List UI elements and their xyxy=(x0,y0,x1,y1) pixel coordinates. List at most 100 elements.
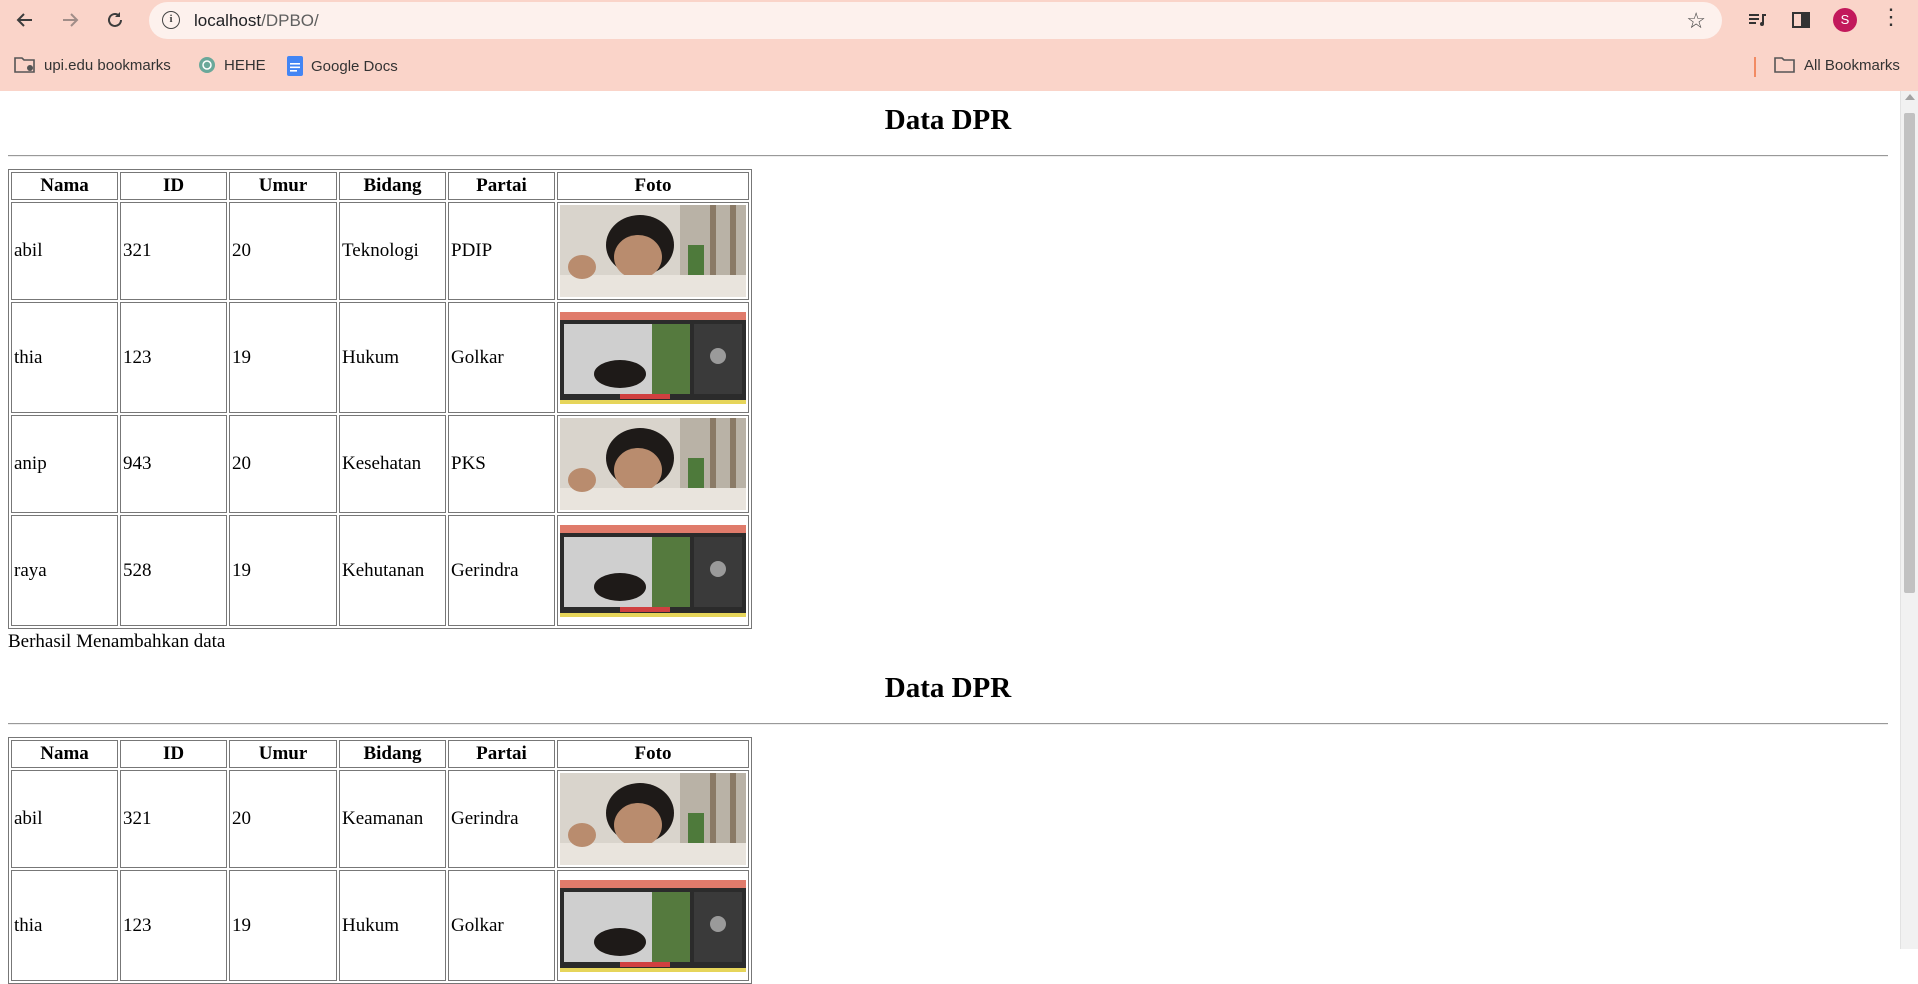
cell-bidang: Hukum xyxy=(339,302,446,413)
table-row: anip 943 20 Kesehatan PKS xyxy=(11,415,749,513)
cell-foto xyxy=(557,415,749,513)
cell-nama: anip xyxy=(11,415,118,513)
portrait-photo xyxy=(560,418,746,510)
media-control-icon[interactable] xyxy=(1746,8,1770,32)
table-row: abil 321 20 Teknologi PDIP xyxy=(11,202,749,300)
screenshot-photo xyxy=(560,879,746,972)
cell-foto xyxy=(557,770,749,868)
cell-foto xyxy=(557,302,749,413)
reload-button[interactable] xyxy=(101,6,129,34)
cell-bidang: Kehutanan xyxy=(339,515,446,626)
cell-partai: Gerindra xyxy=(448,515,555,626)
address-bar[interactable]: i localhost/DPBO/ ☆ xyxy=(149,2,1722,39)
page-viewport: Data DPR Nama ID Umur Bidang Partai Foto… xyxy=(0,91,1918,984)
browser-chrome: i localhost/DPBO/ ☆ S ⋮ upi.edu bookmark… xyxy=(0,0,1918,91)
forward-button[interactable] xyxy=(56,6,84,34)
portrait-photo xyxy=(560,773,746,865)
cell-foto xyxy=(557,202,749,300)
cell-nama: abil xyxy=(11,770,118,868)
dpr-table: Nama ID Umur Bidang Partai Foto abil 321… xyxy=(8,169,752,629)
cell-partai: Golkar xyxy=(448,302,555,413)
browser-menu-icon[interactable]: ⋮ xyxy=(1880,6,1902,28)
header-foto: Foto xyxy=(557,740,749,768)
bookmark-label: HEHE xyxy=(224,56,266,74)
section-title: Data DPR xyxy=(884,104,1012,136)
header-id: ID xyxy=(120,172,227,200)
header-umur: Umur xyxy=(229,740,337,768)
forward-arrow-icon xyxy=(63,13,79,27)
table-header-row: Nama ID Umur Bidang Partai Foto xyxy=(11,740,749,768)
bookmark-label: upi.edu bookmarks xyxy=(44,56,171,74)
bookmark-hehe[interactable]: HEHE xyxy=(198,56,266,74)
cell-partai: PKS xyxy=(448,415,555,513)
profile-avatar[interactable]: S xyxy=(1833,8,1857,32)
table-row: thia 123 19 Hukum Golkar xyxy=(11,870,749,981)
table-row: thia 123 19 Hukum Golkar xyxy=(11,302,749,413)
google-docs-icon xyxy=(287,56,303,76)
browser-toolbar: i localhost/DPBO/ ☆ S ⋮ xyxy=(0,0,1918,41)
cell-umur: 20 xyxy=(229,770,337,868)
divider xyxy=(8,155,1888,157)
table-header-row: Nama ID Umur Bidang Partai Foto xyxy=(11,172,749,200)
header-partai: Partai xyxy=(448,740,555,768)
bookmarks-bar: upi.edu bookmarks HEHE Google Docs All B… xyxy=(0,50,1918,82)
cell-id: 528 xyxy=(120,515,227,626)
cell-nama: raya xyxy=(11,515,118,626)
side-panel-icon[interactable] xyxy=(1789,8,1813,32)
scrollbar-thumb[interactable] xyxy=(1904,113,1915,593)
divider xyxy=(8,723,1888,725)
cell-id: 321 xyxy=(120,770,227,868)
success-message: Berhasil Menambahkan data xyxy=(8,631,226,652)
cell-umur: 19 xyxy=(229,870,337,981)
cell-partai: PDIP xyxy=(448,202,555,300)
page-content: Data DPR Nama ID Umur Bidang Partai Foto… xyxy=(8,91,1888,984)
bookmark-star-icon[interactable]: ☆ xyxy=(1686,8,1706,34)
folder-icon xyxy=(1774,57,1795,73)
cell-nama: thia xyxy=(11,870,118,981)
reload-icon xyxy=(108,12,122,27)
cell-partai: Gerindra xyxy=(448,770,555,868)
cell-bidang: Hukum xyxy=(339,870,446,981)
cell-umur: 19 xyxy=(229,302,337,413)
screenshot-photo xyxy=(560,524,746,617)
header-partai: Partai xyxy=(448,172,555,200)
header-nama: Nama xyxy=(11,172,118,200)
cell-nama: abil xyxy=(11,202,118,300)
cell-id: 123 xyxy=(120,870,227,981)
all-bookmarks-label: All Bookmarks xyxy=(1804,56,1900,74)
all-bookmarks-button[interactable]: All Bookmarks xyxy=(1774,56,1900,74)
bookmark-label: Google Docs xyxy=(311,57,398,75)
header-id: ID xyxy=(120,740,227,768)
page-scrollbar[interactable] xyxy=(1900,91,1918,949)
cell-umur: 20 xyxy=(229,415,337,513)
cell-id: 943 xyxy=(120,415,227,513)
cell-id: 321 xyxy=(120,202,227,300)
cell-id: 123 xyxy=(120,302,227,413)
header-bidang: Bidang xyxy=(339,172,446,200)
header-bidang: Bidang xyxy=(339,740,446,768)
portrait-photo xyxy=(560,205,746,297)
header-nama: Nama xyxy=(11,740,118,768)
cell-partai: Golkar xyxy=(448,870,555,981)
table-row: abil 321 20 Keamanan Gerindra xyxy=(11,770,749,868)
cell-foto xyxy=(557,515,749,626)
cell-bidang: Kesehatan xyxy=(339,415,446,513)
scroll-up-arrow-icon[interactable] xyxy=(1905,94,1915,100)
header-umur: Umur xyxy=(229,172,337,200)
header-foto: Foto xyxy=(557,172,749,200)
openai-icon xyxy=(199,57,215,73)
dpr-table: Nama ID Umur Bidang Partai Foto abil 321… xyxy=(8,737,752,984)
site-info-icon[interactable]: i xyxy=(162,11,180,29)
url-text[interactable]: localhost/DPBO/ xyxy=(194,11,319,31)
bookmark-upi[interactable]: upi.edu bookmarks xyxy=(14,56,171,74)
cell-umur: 19 xyxy=(229,515,337,626)
bookmark-google-docs[interactable]: Google Docs xyxy=(287,56,398,76)
bookmarks-separator xyxy=(1754,57,1756,77)
back-arrow-icon xyxy=(16,13,32,27)
cell-bidang: Teknologi xyxy=(339,202,446,300)
back-button[interactable] xyxy=(11,6,39,34)
cell-bidang: Keamanan xyxy=(339,770,446,868)
section-title: Data DPR xyxy=(884,672,1012,704)
folder-icon xyxy=(14,57,35,73)
screenshot-photo xyxy=(560,311,746,404)
